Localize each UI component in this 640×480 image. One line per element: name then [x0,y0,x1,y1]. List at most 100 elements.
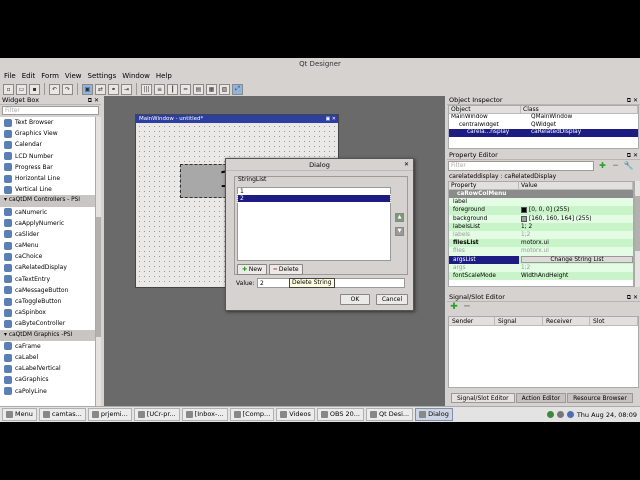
taskbar-item[interactable]: Menu [2,408,37,421]
column-header-property[interactable]: Property [449,182,519,189]
property-value-cell[interactable]: 1;2 [519,231,633,239]
widget-item[interactable]: caGraphics [0,374,95,385]
column-header-signal[interactable]: Signal [495,317,543,325]
widget-item[interactable]: caMessageButton [0,285,95,296]
edit-signals-icon[interactable]: ⇄ [95,83,106,95]
edit-buddies-icon[interactable]: ⚭ [108,83,119,95]
redo-icon[interactable]: ↷ [62,83,73,95]
property-value-cell[interactable]: [160, 160, 164] (255) [519,215,633,223]
scrollbar-thumb[interactable] [96,217,101,337]
widget-item[interactable]: caRelatedDisplay [0,262,95,273]
remove-property-icon[interactable]: ━ [610,161,621,171]
dock-float-close-icon[interactable]: ⧉ ✕ [627,151,638,160]
menu-form[interactable]: Form [41,70,59,82]
property-row[interactable]: args 1;2 [449,263,633,272]
layout-form-icon[interactable]: ▤ [193,83,204,95]
taskbar-item[interactable]: prjemi... [87,408,132,421]
property-row[interactable]: label [449,198,633,207]
edit-widgets-icon[interactable]: ▣ [82,83,93,95]
property-row[interactable]: background [160, 160, 164] (255) [449,214,633,223]
widget-category[interactable]: ▾ caQtDM Graphics -PSI [0,329,95,341]
widget-category[interactable]: ▾ caQtDM Controllers - PSI [0,195,95,207]
dock-tab[interactable]: Signal/Slot Editor [451,393,515,403]
layout-split-v-icon[interactable]: ━ [180,83,191,95]
dock-tab[interactable]: Action Editor [515,393,567,403]
widget-item[interactable]: LCD Number [0,151,95,162]
dock-tab[interactable]: Resource Browser [567,393,633,403]
property-row[interactable]: files motorx.ui [449,247,633,256]
widget-item[interactable]: Text Browser [0,117,95,128]
object-row[interactable]: centralwidget QWidget [449,122,638,130]
expand-arrow-icon[interactable]: ▾ [4,195,7,206]
menu-settings[interactable]: Settings [88,70,117,82]
column-header-class[interactable]: Class [521,106,638,113]
property-scrollbar[interactable] [634,181,640,287]
property-value-cell[interactable]: motorx.ui [519,239,633,247]
new-button[interactable]: ✚ New [237,264,267,275]
remove-connection-icon[interactable]: ━ [462,303,472,313]
break-layout-icon[interactable]: ▧ [219,83,230,95]
layout-horizontal-icon[interactable]: ||| [141,83,152,95]
network-icon[interactable] [546,411,554,418]
bluetooth-icon[interactable] [566,411,574,418]
string-list[interactable]: 12 [237,187,391,261]
add-connection-icon[interactable]: ✚ [449,303,459,313]
undo-icon[interactable]: ↶ [49,83,60,95]
property-value-cell[interactable]: WidthAndHeight [519,272,633,280]
property-row[interactable]: fontScaleMode WidthAndHeight [449,271,633,281]
widget-item[interactable]: caMenu [0,240,95,251]
save-form-icon[interactable]: ▪ [29,83,40,95]
menu-help[interactable]: Help [156,70,172,82]
string-list-item[interactable]: 2 [237,194,391,203]
widget-item[interactable]: caLabel [0,352,95,363]
property-value-cell[interactable]: 1;2 [519,264,633,272]
property-value-cell[interactable] [519,198,633,206]
taskbar-item[interactable]: OBS 20... [316,408,364,421]
taskbar-item[interactable]: Videos [276,408,315,421]
layout-split-h-icon[interactable]: ┃ [167,83,178,95]
widget-item[interactable]: caNumeric [0,207,95,218]
widget-item[interactable]: Graphics View [0,128,95,139]
delete-button[interactable]: ━ Delete [269,264,303,275]
widget-item[interactable]: Horizontal Line [0,173,95,184]
taskbar-item[interactable]: [Inbox-... [181,408,228,421]
property-row[interactable]: foreground [0, 0, 0] (255) [449,206,633,215]
adjust-size-icon[interactable]: ⤢ [232,83,243,95]
taskbar-item[interactable]: Qt Desi... [366,408,414,421]
taskbar-item[interactable]: [UCr-pr... [133,408,180,421]
layout-grid-icon[interactable]: ▦ [206,83,217,95]
menu-file[interactable]: File [4,70,16,82]
add-dynamic-property-icon[interactable]: ✚ [597,161,608,171]
property-value-cell[interactable]: [0, 0, 0] (255) [519,206,633,214]
widget-filter-input[interactable]: Filter [2,106,99,115]
property-filter-input[interactable]: Filter [448,161,594,171]
widget-item[interactable]: caToggleButton [0,296,95,307]
close-icon[interactable]: ✕ [404,159,409,171]
column-header-sender[interactable]: Sender [449,317,495,325]
property-value-cell[interactable]: 1; 2 [519,223,633,231]
clock[interactable]: Thu Aug 24, 08:09 [577,411,637,419]
open-form-icon[interactable]: ▭ [16,83,27,95]
property-row[interactable]: labelsList 1; 2 [449,222,633,231]
dock-float-close-icon[interactable]: ⧉ ✕ [627,293,638,302]
widget-item[interactable]: caApplyNumeric [0,218,95,229]
widget-item[interactable]: caFrame [0,341,95,352]
change-string-list-button[interactable]: Change String List [521,256,633,264]
object-row[interactable]: carela...nsplay caRelatedDisplay [449,129,638,137]
column-header-slot[interactable]: Slot [590,317,638,325]
dock-float-close-icon[interactable]: ⧉ ✕ [88,96,99,105]
ok-button[interactable]: OK [340,294,370,305]
move-up-icon[interactable]: ▲ [395,213,404,222]
property-row[interactable]: filesList motorx.ui [449,239,633,248]
scrollbar-thumb[interactable] [635,196,640,251]
configure-icon[interactable]: 🔧 [623,161,634,171]
property-value-cell[interactable]: motorx.ui [519,247,633,255]
menu-view[interactable]: View [65,70,82,82]
menu-edit[interactable]: Edit [22,70,36,82]
move-down-icon[interactable]: ▼ [395,227,404,236]
widget-item[interactable]: caLabelVertical [0,363,95,374]
widget-item[interactable]: caSpinbox [0,307,95,318]
dock-float-close-icon[interactable]: ⧉ ✕ [627,96,638,105]
volume-icon[interactable] [556,411,564,418]
expand-arrow-icon[interactable]: ▾ [4,330,7,341]
